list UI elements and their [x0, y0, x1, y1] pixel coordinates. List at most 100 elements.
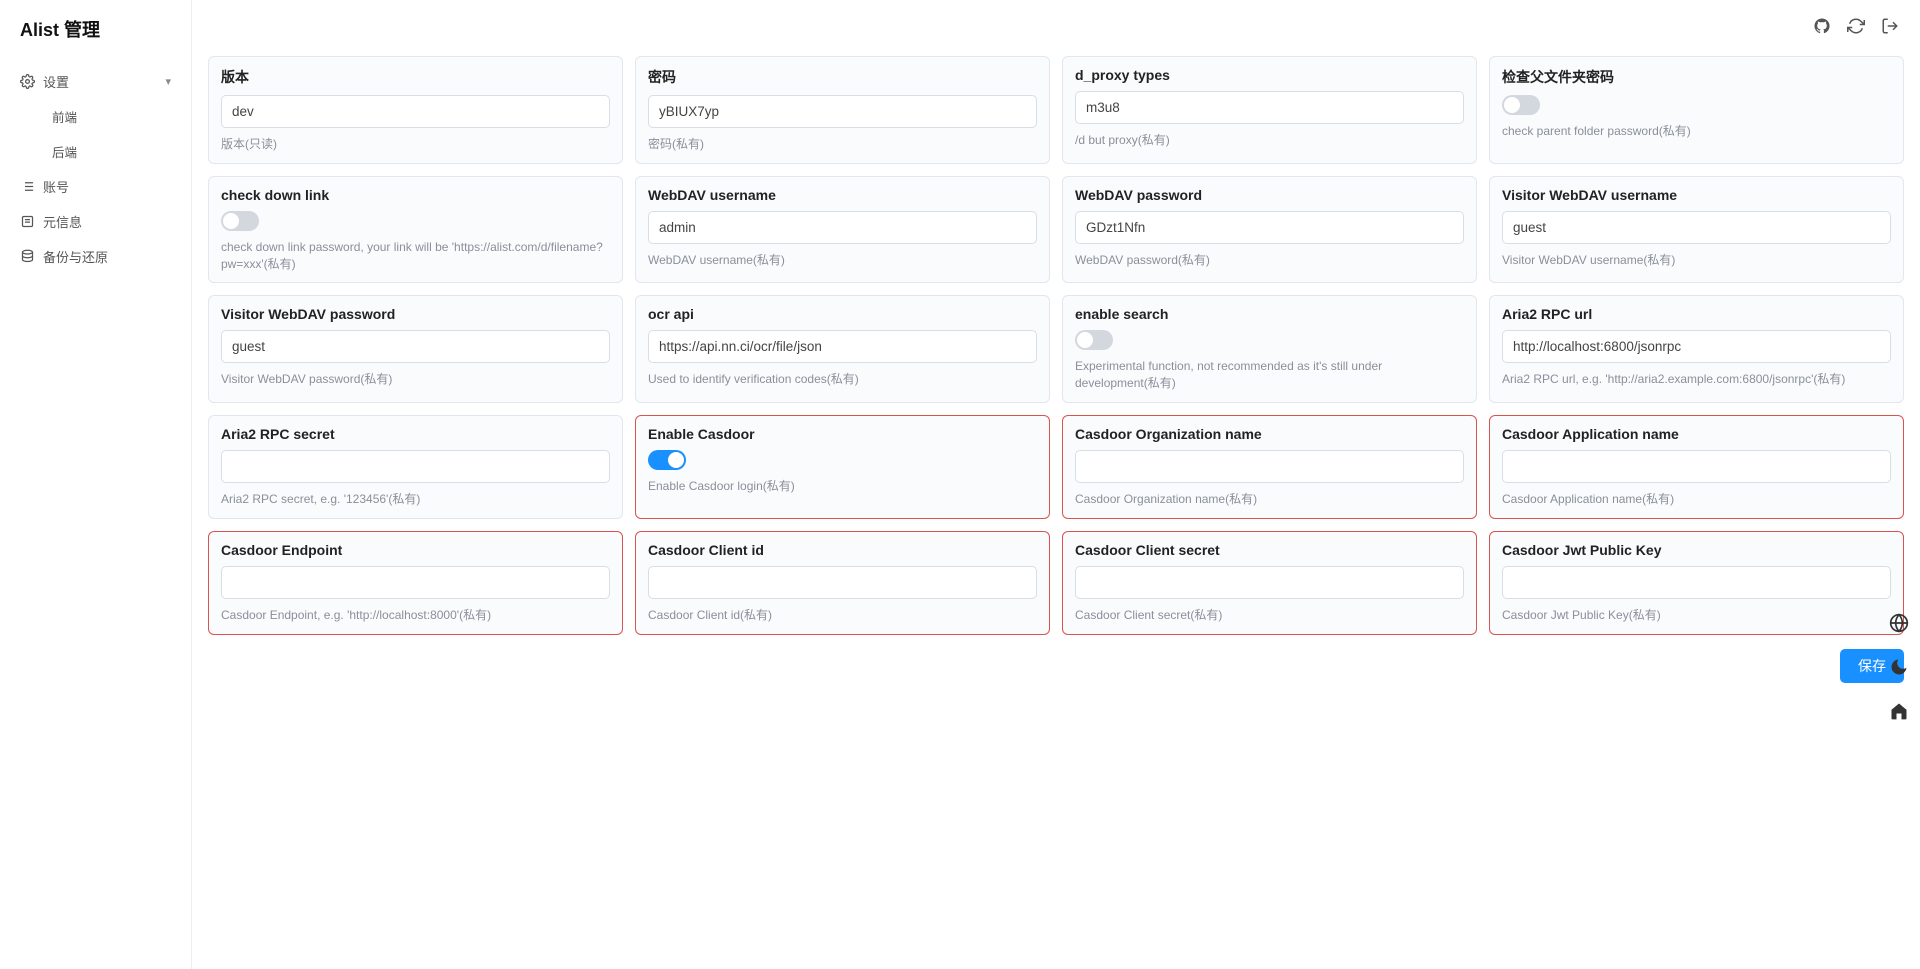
globe-icon	[1889, 613, 1909, 633]
setting-card: 检查父文件夹密码check parent folder password(私有)	[1489, 56, 1904, 164]
setting-label: Casdoor Client secret	[1075, 542, 1464, 558]
setting-card: Casdoor Client idCasdoor Client id(私有)	[635, 531, 1050, 635]
setting-help: WebDAV password(私有)	[1075, 252, 1464, 269]
toggle-knob	[668, 452, 684, 468]
home-button[interactable]	[1888, 700, 1910, 722]
setting-label: ocr api	[648, 306, 1037, 322]
setting-help: Used to identify verification codes(私有)	[648, 371, 1037, 388]
setting-toggle[interactable]	[648, 450, 686, 470]
setting-help: Casdoor Client secret(私有)	[1075, 607, 1464, 624]
setting-input[interactable]	[1075, 211, 1464, 244]
language-button[interactable]	[1888, 612, 1910, 634]
setting-toggle[interactable]	[1075, 330, 1113, 350]
setting-label: 密码	[648, 67, 1037, 87]
setting-card: ocr api Used to identify verification cod…	[635, 295, 1050, 403]
setting-help: 版本(只读)	[221, 136, 610, 153]
nav-meta[interactable]: 元信息	[8, 204, 183, 239]
topbar	[192, 0, 1920, 52]
setting-input[interactable]	[221, 450, 610, 483]
refresh-icon	[1847, 17, 1865, 35]
nav-settings[interactable]: 设置 ▾	[8, 64, 183, 99]
setting-input[interactable]	[648, 95, 1037, 128]
setting-card: WebDAV usernameWebDAV username(私有)	[635, 176, 1050, 284]
setting-label: WebDAV password	[1075, 187, 1464, 203]
toggle-knob	[223, 213, 239, 229]
setting-card: 密码密码(私有)	[635, 56, 1050, 164]
setting-card: Casdoor Application nameCasdoor Applicat…	[1489, 415, 1904, 519]
setting-input[interactable]	[1075, 450, 1464, 483]
setting-help: Experimental function, not recommended a…	[1075, 358, 1464, 392]
toggle-knob	[1504, 97, 1520, 113]
logout-button[interactable]	[1880, 16, 1900, 36]
chevron-down-icon: ▾	[165, 75, 171, 88]
nav-meta-label: 元信息	[43, 212, 82, 231]
setting-input[interactable]	[648, 330, 1037, 363]
setting-input[interactable]	[1502, 450, 1891, 483]
setting-label: Casdoor Endpoint	[221, 542, 610, 558]
setting-label: Aria2 RPC url	[1502, 306, 1891, 322]
setting-card: WebDAV password WebDAV password(私有)	[1062, 176, 1477, 284]
setting-help: 密码(私有)	[648, 136, 1037, 153]
nav-backend-label: 后端	[52, 142, 77, 161]
setting-label: Visitor WebDAV password	[221, 306, 610, 322]
content: 版本版本(只读)密码密码(私有)d_proxy types/d but prox…	[192, 52, 1920, 969]
setting-card: enable search Experimental function, not …	[1062, 295, 1477, 403]
setting-label: Enable Casdoor	[648, 426, 1037, 442]
setting-input[interactable]	[221, 566, 610, 599]
refresh-button[interactable]	[1846, 16, 1866, 36]
setting-label: d_proxy types	[1075, 67, 1464, 83]
setting-card: Casdoor EndpointCasdoor Endpoint, e.g. '…	[208, 531, 623, 635]
nav-frontend[interactable]: 前端	[40, 99, 183, 134]
setting-label: Casdoor Jwt Public Key	[1502, 542, 1891, 558]
setting-input[interactable]	[1075, 566, 1464, 599]
setting-toggle[interactable]	[1502, 95, 1540, 115]
setting-input[interactable]	[648, 566, 1037, 599]
setting-label: Casdoor Organization name	[1075, 426, 1464, 442]
float-bar	[1888, 612, 1910, 722]
setting-help: Visitor WebDAV username(私有)	[1502, 252, 1891, 269]
main: 版本版本(只读)密码密码(私有)d_proxy types/d but prox…	[192, 0, 1920, 969]
setting-input[interactable]	[221, 95, 610, 128]
setting-input[interactable]	[1075, 91, 1464, 124]
setting-help: /d but proxy(私有)	[1075, 132, 1464, 149]
setting-card: Aria2 RPC url Aria2 RPC url, e.g. 'http:/…	[1489, 295, 1904, 403]
moon-icon	[1889, 657, 1909, 677]
setting-toggle[interactable]	[221, 211, 259, 231]
setting-input[interactable]	[648, 211, 1037, 244]
nav-accounts[interactable]: 账号	[8, 169, 183, 204]
setting-input[interactable]	[221, 330, 610, 363]
nav-frontend-label: 前端	[52, 107, 77, 126]
sidebar: Alist 管理 设置 ▾ 前端 后端 账号 元信息 备份与还原	[0, 0, 192, 969]
setting-help: Casdoor Organization name(私有)	[1075, 491, 1464, 508]
setting-input[interactable]	[1502, 566, 1891, 599]
github-button[interactable]	[1812, 16, 1832, 36]
setting-label: 检查父文件夹密码	[1502, 67, 1891, 87]
setting-label: enable search	[1075, 306, 1464, 322]
setting-help: Aria2 RPC url, e.g. 'http://aria2.exampl…	[1502, 371, 1891, 388]
setting-input[interactable]	[1502, 211, 1891, 244]
nav-backend[interactable]: 后端	[40, 134, 183, 169]
setting-help: Aria2 RPC secret, e.g. '123456'(私有)	[221, 491, 610, 508]
nav-backup[interactable]: 备份与还原	[8, 239, 183, 274]
toggle-knob	[1077, 332, 1093, 348]
setting-card: Aria2 RPC secret Aria2 RPC secret, e.g. '…	[208, 415, 623, 519]
setting-label: 版本	[221, 67, 610, 87]
setting-label: Casdoor Application name	[1502, 426, 1891, 442]
setting-label: Aria2 RPC secret	[221, 426, 610, 442]
setting-card: Visitor WebDAV password Visitor WebDAV pa…	[208, 295, 623, 403]
nav-settings-label: 设置	[43, 72, 69, 91]
setting-input[interactable]	[1502, 330, 1891, 363]
setting-help: Casdoor Jwt Public Key(私有)	[1502, 607, 1891, 624]
brand-title: Alist 管理	[0, 0, 191, 58]
theme-button[interactable]	[1888, 656, 1910, 678]
setting-card: Casdoor Client secret Casdoor Client secr…	[1062, 531, 1477, 635]
home-icon	[1889, 701, 1909, 721]
setting-help: WebDAV username(私有)	[648, 252, 1037, 269]
setting-help: Visitor WebDAV password(私有)	[221, 371, 610, 388]
setting-help: Enable Casdoor login(私有)	[648, 478, 1037, 495]
setting-help: Casdoor Client id(私有)	[648, 607, 1037, 624]
setting-card: check down linkcheck down link password,…	[208, 176, 623, 284]
setting-card: d_proxy types/d but proxy(私有)	[1062, 56, 1477, 164]
nav: 设置 ▾ 前端 后端 账号 元信息 备份与还原	[0, 58, 191, 280]
setting-card: 版本版本(只读)	[208, 56, 623, 164]
